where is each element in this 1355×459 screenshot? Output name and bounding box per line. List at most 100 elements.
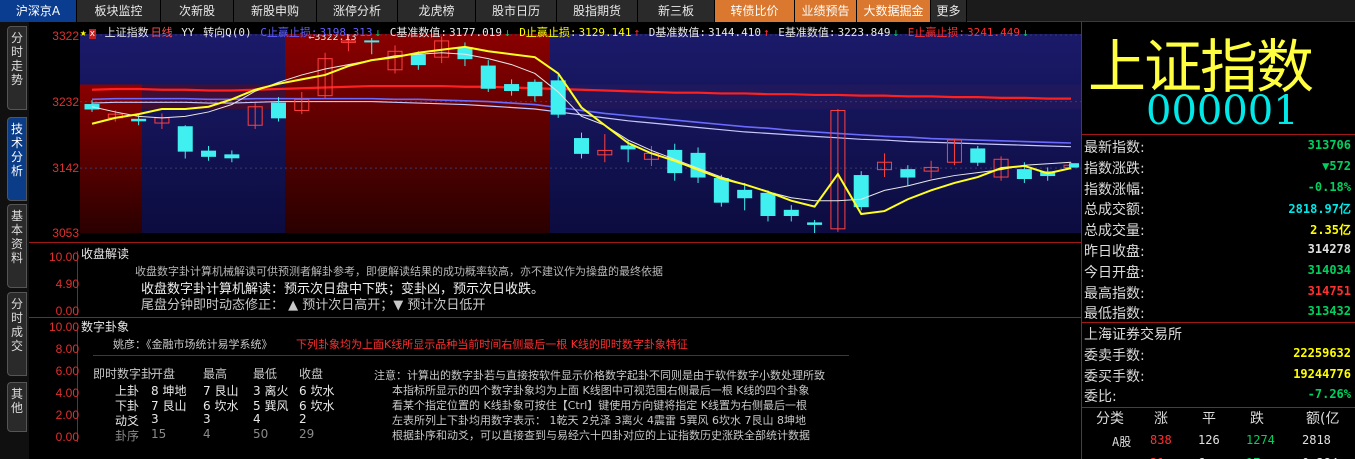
candle-body: [574, 138, 589, 154]
nav-tab[interactable]: 次新股: [161, 0, 234, 22]
gua-cell: 50: [253, 427, 269, 441]
panel2-tick: 0.00: [55, 430, 79, 444]
breadth-cell: 838: [1150, 433, 1172, 447]
panel-divider: [29, 317, 1081, 318]
left-tab-char: 时: [10, 45, 23, 59]
panel2-notice: 下列卦象均为上面K线所显示品种当前时间右侧最后一根 K线的即时数字卦象特征: [296, 338, 688, 351]
nav-tab[interactable]: 新股申购: [234, 0, 317, 22]
legend-period: 日线: [150, 26, 173, 39]
quote-value: -0.18%: [1307, 179, 1351, 194]
nav-tab[interactable]: 板块监控: [77, 0, 161, 22]
quote-value: 314751: [1307, 283, 1351, 298]
nav-tab[interactable]: 业绩预告: [795, 0, 857, 22]
breadth-header-cell: 平: [1202, 411, 1216, 427]
breadth-cell: 2818: [1302, 433, 1331, 447]
order-value: -7.26%: [1307, 387, 1351, 401]
panel2-tick: 2.00: [55, 408, 79, 422]
legend-e-arrow: ↓: [1021, 26, 1029, 39]
purple-band: [550, 84, 1081, 109]
gua-header: 最低: [253, 367, 278, 381]
nav-tab[interactable]: 沪深京A: [0, 0, 77, 22]
nav-tab[interactable]: 新三板: [638, 0, 715, 22]
legend-e-base-val: 3223.849: [837, 26, 891, 39]
panel1-tick: 0.00: [55, 304, 79, 318]
legend-c-val: 3198.313: [319, 26, 373, 39]
legend-e-base-arrow: ↓: [892, 26, 900, 39]
candle-body: [480, 65, 496, 89]
left-tab[interactable]: 分时走势: [7, 26, 27, 110]
nav-tab[interactable]: 大数据掘金: [857, 0, 931, 22]
y-tick: 3322: [52, 29, 79, 43]
left-tab-char: 分: [10, 150, 23, 164]
candle-body: [690, 152, 706, 178]
panel1-revision: 尾盘分钟即时动态修正： ▲ 预计次日高开；▼ 预计次日低开: [141, 298, 486, 313]
legend-d-base-arrow: ↑: [762, 26, 770, 39]
quote-value: 2818.97亿: [1288, 202, 1351, 217]
legend-c-base-val: 3177.019: [449, 26, 503, 39]
quote-label: 指数涨幅:: [1084, 181, 1145, 198]
kline-chart[interactable]: ←3322.13←3053.04: [80, 34, 1081, 233]
breadth-cell: 126: [1198, 433, 1220, 447]
left-tab[interactable]: 技术分析: [7, 117, 27, 201]
legend-d-base-label: D基准数值:: [648, 26, 706, 39]
nav-tab[interactable]: 股指期货: [557, 0, 638, 22]
legend-d-arrow: ↑: [633, 26, 641, 39]
nav-tab[interactable]: 更多: [931, 0, 967, 22]
nav-tab[interactable]: 转债比价: [715, 0, 795, 22]
y-tick: 3142: [52, 161, 79, 175]
left-tab[interactable]: 其他: [7, 382, 27, 432]
left-tab-char: 其: [10, 387, 23, 401]
gua-cell: 3: [151, 412, 159, 426]
panel2-tick: 6.00: [55, 364, 79, 378]
chart-background: [80, 34, 1081, 233]
order-label: 委比:: [1084, 389, 1117, 405]
legend-name: 上证指数: [104, 26, 149, 39]
candle-body: [807, 222, 823, 225]
candle-body: [853, 175, 869, 208]
quote-row: 最高指数: 314751: [1082, 282, 1351, 302]
candle-body: [783, 209, 799, 217]
left-tab-char: 势: [10, 73, 23, 87]
index-code-big: 000001: [1146, 88, 1299, 134]
quote-value: 314034: [1307, 262, 1351, 277]
quote-divider: [1082, 134, 1355, 135]
panel1-disclaimer: 收盘数字卦计算机械解读可供预测者解卦参考，即便解读结果的成功概率较高，亦不建议作…: [135, 265, 663, 278]
candle-body: [620, 145, 636, 150]
panel1-tick: 4.90: [55, 277, 79, 291]
panel1-title: 收盘解读: [81, 247, 130, 261]
quote-row: 指数涨跌: ▼572: [1082, 157, 1351, 177]
legend-c-label: C止赢止损:: [260, 26, 318, 39]
left-tab[interactable]: 基本资料: [7, 204, 27, 288]
legend-zx: 转向Q(0): [203, 26, 252, 39]
order-row: 委卖手数: 22259632: [1082, 344, 1351, 364]
left-tab[interactable]: 分时成交: [7, 292, 27, 376]
legend-close-icon[interactable]: x: [88, 29, 97, 39]
last-marker: [1069, 163, 1079, 168]
legend-d-val: 3129.141: [578, 26, 632, 39]
quote-value: 314278: [1307, 242, 1351, 256]
quote-row: 总成交额: 2818.97亿: [1082, 198, 1351, 218]
candle-body: [270, 102, 286, 119]
quote-value: 2.35亿: [1310, 223, 1351, 238]
quote-row: 最新指数: 313706: [1082, 136, 1351, 156]
nav-tab[interactable]: 涨停分析: [317, 0, 398, 22]
quote-row: 最低指数: 313432: [1082, 302, 1351, 322]
quote-row: 今日开盘: 314034: [1082, 261, 1351, 281]
nav-tab[interactable]: 股市日历: [476, 0, 557, 22]
quote-value: 313432: [1307, 304, 1351, 319]
breadth-header-cell: 额(亿: [1306, 411, 1340, 427]
quote-row: 昨日收盘: 314278: [1082, 240, 1351, 260]
left-tab-char: 成: [10, 325, 23, 339]
order-label: 委卖手数:: [1084, 348, 1145, 364]
breadth-cell: A股: [1112, 435, 1132, 449]
candle-body: [504, 84, 520, 91]
gua-note: 注意：计算出的数字卦若与直接按软件显示价格数字起卦不同则是由于软件数字小数处理所…: [374, 369, 825, 382]
quote-value: ▼572: [1322, 158, 1351, 173]
quote-label: 最新指数:: [1084, 140, 1145, 156]
nav-tab[interactable]: 龙虎榜: [398, 0, 476, 22]
legend-d-label: D止赢止损:: [519, 26, 577, 39]
quote-value: 313706: [1307, 138, 1351, 152]
legend-yy: YY: [181, 26, 195, 39]
order-label: 委买手数:: [1084, 368, 1145, 385]
gua-header: 收盘: [299, 367, 324, 381]
